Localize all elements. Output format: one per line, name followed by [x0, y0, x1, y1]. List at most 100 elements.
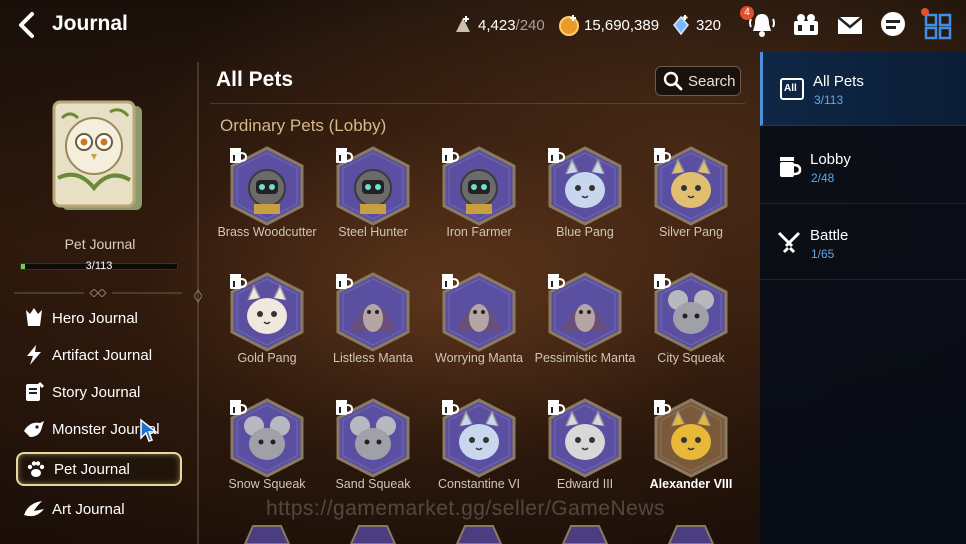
stamina-icon: [456, 16, 470, 32]
pet-name: Iron Farmer: [446, 225, 512, 239]
lobby-mug-icon: [548, 400, 566, 415]
pet-card[interactable]: Blue Pang: [532, 146, 638, 266]
pet-name: Steel Hunter: [338, 225, 408, 239]
sidebar-item-label: Art Journal: [52, 500, 125, 518]
sidebar-item-art-journal[interactable]: Art Journal: [16, 492, 182, 526]
category-name: Lobby: [810, 151, 851, 168]
lobby-mug-icon: [548, 274, 566, 289]
pet-card[interactable]: Pessimistic Manta: [532, 272, 638, 392]
sidebar-item-label: Pet Journal: [54, 460, 130, 478]
sidebar-item-label: Artifact Journal: [52, 346, 153, 364]
category-name: All Pets: [813, 73, 864, 90]
search-label: Search: [688, 72, 736, 90]
lobby-mug-icon: [230, 274, 248, 289]
pet-portrait-partial: [349, 525, 397, 544]
lobby-mug-icon: [654, 400, 672, 415]
vertical-divider: [194, 62, 202, 544]
lobby-mug-icon: [442, 148, 460, 163]
pet-card[interactable]: Brass Woodcutter: [214, 146, 320, 266]
pets-list-title: All Pets: [216, 68, 294, 91]
gold-counter[interactable]: 15,690,389: [558, 14, 659, 36]
stamina-max: /240: [515, 16, 545, 34]
journal-name: Pet Journal: [64, 236, 136, 252]
paw-icon: [27, 461, 45, 477]
category-count: 1/65: [811, 247, 835, 261]
pet-name: Pessimistic Manta: [534, 351, 636, 365]
lobby-icon: [780, 157, 802, 177]
lobby-mug-icon: [230, 400, 248, 415]
category-name: Battle: [810, 227, 849, 244]
friends-icon[interactable]: [790, 9, 822, 41]
pet-card[interactable]: Steel Hunter: [320, 146, 426, 266]
pet-name: Constantine VI: [438, 477, 520, 491]
gold-coin-icon: [559, 15, 579, 36]
lobby-mug-icon: [548, 148, 566, 163]
chat-icon[interactable]: [877, 9, 909, 41]
pet-card[interactable]: Worrying Manta: [426, 272, 532, 392]
pet-card[interactable]: Listless Manta: [320, 272, 426, 392]
sidebar-item-label: Hero Journal: [52, 309, 138, 327]
crystal-value: 320: [696, 16, 722, 34]
category-count: 2/48: [811, 171, 835, 185]
pet-journal-book-icon: [52, 100, 142, 210]
sidebar-item-hero-journal[interactable]: Hero Journal: [16, 301, 182, 335]
pet-name: Sand Squeak: [335, 477, 411, 491]
pet-name: Alexander VIII: [649, 477, 733, 491]
artifact-icon: [27, 345, 41, 365]
pet-card[interactable]: Silver Pang: [638, 146, 744, 266]
category-battle[interactable]: Battle 1/65: [760, 206, 966, 280]
category-all-pets[interactable]: All All Pets 3/113: [760, 52, 966, 126]
stamina-counter[interactable]: 4,423/240: [452, 14, 545, 36]
pet-portrait-partial: [561, 525, 609, 544]
mail-icon[interactable]: [834, 9, 866, 41]
lobby-mug-icon: [230, 148, 248, 163]
pet-name: Gold Pang: [237, 351, 297, 365]
battle-icon: [777, 231, 801, 254]
back-arrow-icon[interactable]: [14, 11, 42, 39]
lobby-mug-icon: [654, 274, 672, 289]
pet-card[interactable]: City Squeak: [638, 272, 744, 392]
top-bar: Journal 4,423/240 15,690,389 320 4: [0, 0, 966, 52]
journal-progress-text: 3/113: [85, 260, 113, 272]
lobby-mug-icon: [336, 148, 354, 163]
gold-value: 15,690,389: [584, 16, 660, 34]
lobby-mug-icon: [336, 274, 354, 289]
header-divider: [210, 103, 745, 104]
pet-name: City Squeak: [657, 351, 725, 365]
lobby-mug-icon: [654, 148, 672, 163]
hero-icon: [26, 308, 42, 326]
ornament-divider: [14, 289, 182, 297]
sidebar-item-story-journal[interactable]: Story Journal: [16, 375, 182, 409]
crystal-counter[interactable]: 320: [670, 14, 721, 36]
story-icon: [26, 381, 45, 401]
art-icon: [24, 501, 44, 517]
lobby-mug-icon: [442, 274, 460, 289]
pet-card[interactable]: Iron Farmer: [426, 146, 532, 266]
pet-name: Silver Pang: [659, 225, 723, 239]
pet-portrait-partial: [667, 525, 715, 544]
lobby-mug-icon: [442, 400, 460, 415]
monster-icon: [24, 421, 44, 437]
crystal-icon: [673, 15, 689, 36]
pet-name: Snow Squeak: [228, 477, 306, 491]
lobby-mug-icon: [336, 400, 354, 415]
pet-name: Listless Manta: [333, 351, 413, 365]
pet-name: Edward III: [556, 477, 614, 491]
stamina-value: 4,423: [478, 16, 516, 34]
pet-card[interactable]: Gold Pang: [214, 272, 320, 392]
pet-portrait-partial: [243, 525, 291, 544]
sidebar-item-label: Story Journal: [52, 383, 141, 401]
category-count: 3/113: [814, 93, 844, 107]
category-panel: All All Pets 3/113 Lobby 2/48 Battle 1/6…: [760, 52, 966, 544]
pet-portrait-partial: [455, 525, 503, 544]
category-lobby[interactable]: Lobby 2/48: [760, 130, 966, 204]
page-title: Journal: [52, 12, 128, 35]
mouse-cursor-icon: [140, 418, 158, 442]
section-heading: Ordinary Pets (Lobby): [220, 116, 387, 135]
search-button[interactable]: Search: [655, 66, 741, 96]
sidebar-item-artifact-journal[interactable]: Artifact Journal: [16, 338, 182, 372]
notification-badge: 4: [740, 6, 754, 20]
pet-name: Brass Woodcutter: [217, 225, 317, 239]
sidebar-item-pet-journal[interactable]: Pet Journal: [16, 452, 182, 486]
all-icon-text: All: [784, 83, 797, 94]
